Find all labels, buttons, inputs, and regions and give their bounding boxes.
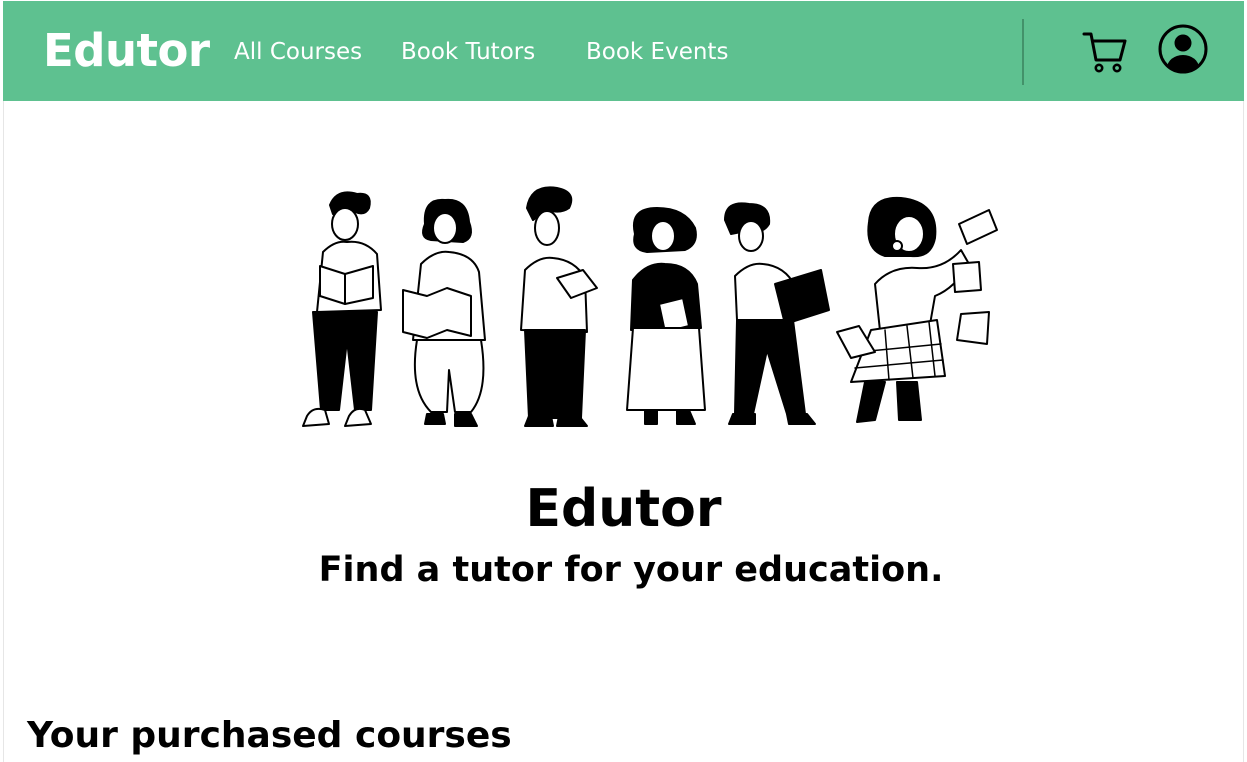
user-avatar-icon[interactable] <box>1157 23 1209 75</box>
nav-divider <box>1022 19 1024 85</box>
purchased-courses-heading: Your purchased courses <box>27 715 512 756</box>
nav-link-book-tutors[interactable]: Book Tutors <box>401 37 535 67</box>
hero-subtitle: Find a tutor for your education. <box>318 550 944 590</box>
brand-logo[interactable]: Edutor <box>43 23 210 79</box>
person-papers-icon <box>836 196 998 423</box>
person-reading-icon <box>302 191 382 427</box>
hero-people-illustration <box>302 186 998 427</box>
nav-link-all-courses[interactable]: All Courses <box>234 37 362 67</box>
nav-link-book-events[interactable]: Book Events <box>586 37 728 67</box>
hero-title: Edutor <box>525 479 722 539</box>
person-map-icon <box>402 198 486 427</box>
person-notepad-icon <box>626 207 706 425</box>
cart-icon[interactable] <box>1082 30 1128 74</box>
top-navbar: Edutor All Courses Book Tutors Book Even… <box>3 1 1244 101</box>
person-box-icon <box>520 186 598 427</box>
person-binder-icon <box>724 202 830 425</box>
